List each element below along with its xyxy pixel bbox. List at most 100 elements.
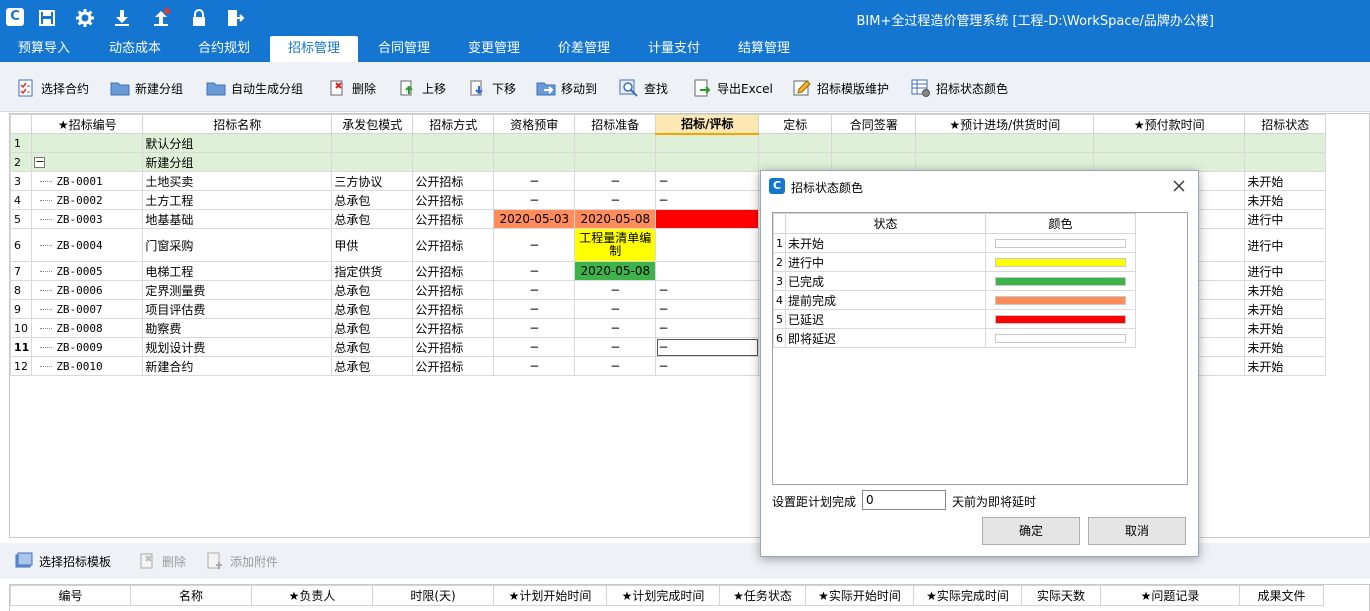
column-header[interactable]: 资格预审 [493,114,576,134]
bid-code-cell[interactable]: ZB-0006 [31,280,144,300]
status-cell[interactable]: 未开始 [1244,318,1327,338]
bid-code-cell[interactable]: ZB-0001 [31,171,144,191]
status-cell[interactable]: 未开始 [1244,190,1327,210]
bid-name-cell[interactable]: 土地买卖 [142,171,333,191]
status-cell[interactable]: 未开始 [1244,356,1327,376]
prep-cell[interactable]: 2020-05-08 [574,209,657,229]
bid-name-cell[interactable]: 地基基础 [142,209,333,229]
status-row[interactable]: 5 已延迟 [773,309,1136,329]
mode-cell[interactable]: 总承包 [331,318,414,338]
prequal-cell[interactable]: − [493,261,576,281]
group-row[interactable]: 2 − 新建分组 [10,152,1327,172]
status-cell[interactable]: 进行中 [1244,228,1327,262]
column-header[interactable]: ★招标编号 [31,114,144,134]
color-cell[interactable] [985,233,1136,253]
delete-button[interactable]: 删除 [327,76,376,100]
bid-code-cell[interactable]: ZB-0008 [31,318,144,338]
status-cell[interactable]: 进行中 [1244,209,1327,229]
method-cell[interactable]: 公开招标 [412,337,495,357]
column-header[interactable]: ★计划完成时间 [606,585,720,606]
bid-eval-cell[interactable] [655,228,760,262]
bid-eval-cell[interactable]: − [655,190,760,210]
bid-eval-cell[interactable]: − [655,171,760,191]
method-cell[interactable]: 公开招标 [412,356,495,376]
prequal-cell[interactable]: − [493,171,576,191]
status-cell[interactable]: 未开始 [1244,171,1327,191]
status-row[interactable]: 6 即将延迟 [773,328,1136,348]
mode-cell[interactable]: 甲供 [331,228,414,262]
add-attachment-button[interactable]: 添加附件 [205,549,278,573]
color-swatch[interactable] [995,238,1126,248]
tab-bidding-management[interactable]: 招标管理 [270,36,358,62]
save-icon[interactable] [37,8,57,28]
mode-cell[interactable]: 三方协议 [331,171,414,191]
bid-code-cell[interactable]: ZB-0004 [31,228,144,262]
tab-budget-import[interactable]: 预算导入 [0,36,88,62]
exit-icon[interactable] [225,8,245,28]
group-row[interactable]: 1 默认分组 [10,133,1327,153]
tab-measure-pay[interactable]: 计量支付 [631,36,717,62]
prequal-cell[interactable]: − [493,356,576,376]
method-cell[interactable]: 公开招标 [412,299,495,319]
bid-eval-cell[interactable] [655,209,760,229]
bid-eval-cell[interactable] [655,261,760,281]
mode-cell[interactable]: 总承包 [331,356,414,376]
tab-contract-plan[interactable]: 合约规划 [181,36,267,62]
mode-cell[interactable]: 总承包 [331,190,414,210]
column-header[interactable]: ★预计进场/供货时间 [915,114,1095,134]
status-cell[interactable]: 未开始 [1244,337,1327,357]
color-cell[interactable] [985,309,1136,329]
template-maintenance-button[interactable]: 招标模版维护 [792,76,889,100]
prep-cell[interactable]: − [574,318,657,338]
prep-cell[interactable]: − [574,280,657,300]
column-header[interactable]: ★预付款时间 [1093,114,1246,134]
color-swatch[interactable] [995,257,1126,267]
prequal-cell[interactable]: − [493,228,576,262]
bid-code-cell[interactable]: ZB-0010 [31,356,144,376]
bid-name-cell[interactable]: 项目评估费 [142,299,333,319]
move-down-button[interactable]: 下移 [467,76,516,100]
gear-icon[interactable] [75,8,95,28]
column-header[interactable]: 成果文件 [1239,585,1324,606]
column-header-active[interactable]: 招标/评标 [655,114,760,135]
bid-eval-cell[interactable]: − [655,356,760,376]
color-swatch[interactable] [995,333,1126,343]
status-cell[interactable]: 进行中 [1244,261,1327,281]
threshold-days-input[interactable] [862,490,946,510]
prep-cell[interactable]: 工程量清单编制 [574,228,657,262]
prep-cell[interactable]: − [574,190,657,210]
tab-price-diff[interactable]: 价差管理 [541,36,627,62]
column-header[interactable]: 编号 [10,585,131,606]
column-header[interactable]: 招标状态 [1244,114,1327,134]
prequal-cell[interactable]: − [493,299,576,319]
bid-name-cell[interactable]: 门窗采购 [142,228,333,262]
prequal-cell[interactable]: − [493,190,576,210]
color-cell[interactable] [985,290,1136,310]
column-header[interactable]: 合同签署 [831,114,917,134]
column-header[interactable]: 承发包模式 [331,114,414,134]
prequal-cell[interactable]: 2020-05-03 [493,209,576,229]
bid-eval-cell[interactable]: − [655,318,760,338]
prequal-cell[interactable]: − [493,318,576,338]
status-cell[interactable]: 未开始 [1244,280,1327,300]
column-header[interactable]: ★问题记录 [1100,585,1240,606]
lock-icon[interactable] [189,8,209,28]
column-header[interactable]: ★负责人 [251,585,373,606]
color-cell[interactable] [985,328,1136,348]
color-swatch[interactable] [995,276,1126,286]
method-cell[interactable]: 公开招标 [412,280,495,300]
bid-code-cell[interactable]: ZB-0005 [31,261,144,281]
column-header[interactable]: ★任务状态 [719,585,806,606]
status-row[interactable]: 1 未开始 [773,233,1136,253]
method-cell[interactable]: 公开招标 [412,228,495,262]
tab-contract-management[interactable]: 合同管理 [361,36,447,62]
status-row[interactable]: 2 进行中 [773,252,1136,272]
close-icon[interactable] [1170,177,1188,195]
prep-cell[interactable]: − [574,337,657,357]
task-delete-button[interactable]: 删除 [137,549,186,573]
auto-group-button[interactable]: 自动生成分组 [206,76,303,100]
column-header[interactable]: 时限(天) [372,585,494,606]
select-template-button[interactable]: 选择招标模板 [14,549,111,573]
column-header[interactable]: 实际天数 [1021,585,1101,606]
color-swatch[interactable] [995,295,1126,305]
